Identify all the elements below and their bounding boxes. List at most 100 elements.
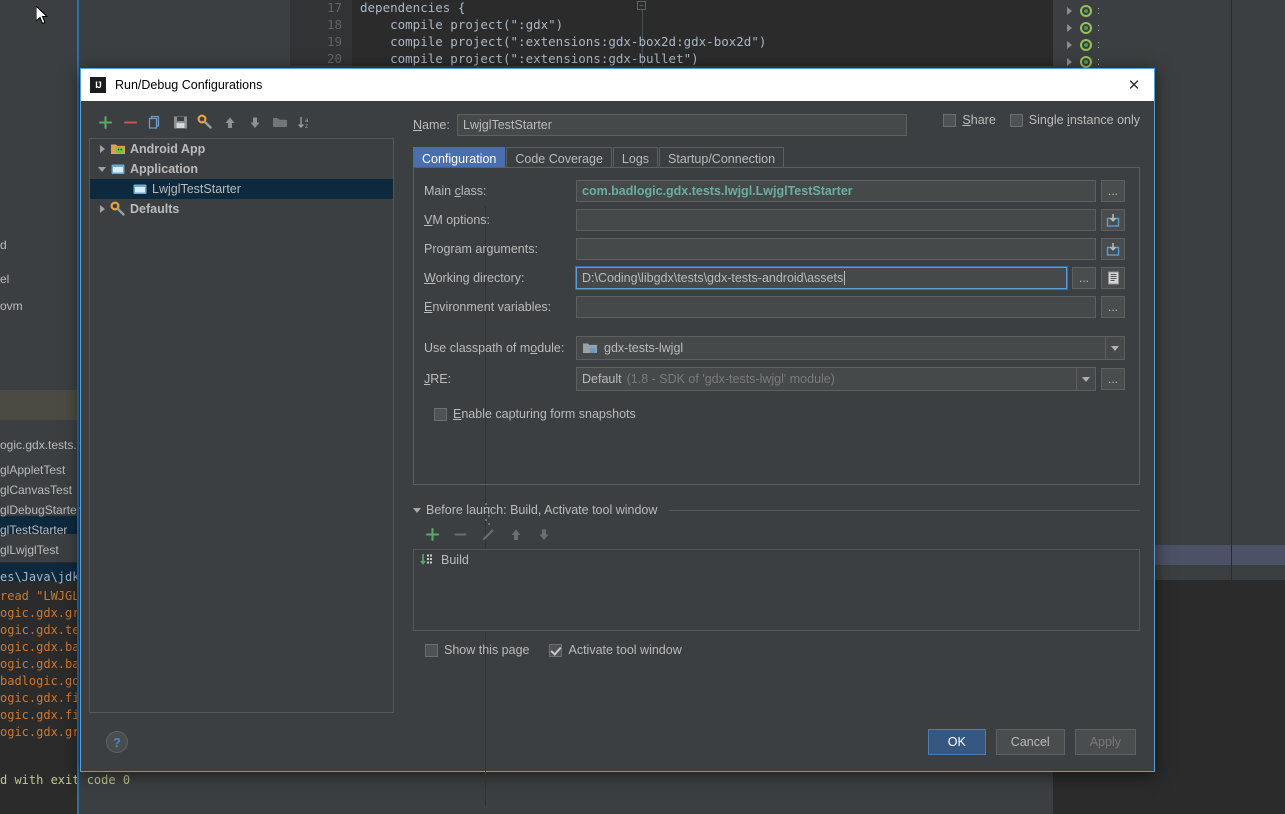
before-launch-section: Before launch: Build, Activate tool wind… [413, 503, 1140, 657]
dialog-action-buttons: OK Cancel Apply [927, 729, 1136, 755]
name-input[interactable] [457, 114, 907, 136]
checkbox-box[interactable] [425, 643, 438, 657]
remove-configuration-button[interactable] [119, 111, 141, 133]
sort-alpha-icon[interactable]: a z [294, 111, 316, 133]
tab-code-coverage[interactable]: Code Coverage [506, 147, 612, 168]
enable-form-snapshots-checkbox[interactable]: Enable capturing form snapshots [434, 407, 1125, 421]
line-number: 19 [326, 34, 342, 49]
remove-task-button [449, 523, 471, 545]
section-divider [669, 509, 1140, 511]
environment-variables-input[interactable] [576, 296, 1096, 318]
chevron-down-icon[interactable] [1105, 337, 1124, 359]
left-panel-highlight [0, 390, 78, 420]
before-launch-task-list[interactable]: Build [413, 549, 1140, 631]
expand-editor-icon[interactable] [1101, 209, 1125, 231]
checkbox-box[interactable] [434, 407, 447, 421]
tree-row-application[interactable]: Application [90, 159, 393, 179]
code-fold-marker[interactable]: − [637, 1, 646, 10]
activate-tool-window-label: Activate tool window [568, 643, 682, 657]
edit-defaults-wrench-icon[interactable] [194, 111, 216, 133]
move-down-button[interactable] [244, 111, 266, 133]
chevron-right-icon[interactable] [94, 145, 110, 153]
configuration-tabs: Configuration Code Coverage Logs Startup… [413, 147, 1140, 168]
left-panel-text: ovm [0, 299, 23, 313]
create-folder-button[interactable] [269, 111, 291, 133]
single-instance-checkbox[interactable]: Single instance only [1009, 113, 1140, 127]
working-directory-label: Working directory: [424, 271, 525, 285]
expand-editor-icon[interactable] [1101, 238, 1125, 260]
console-line: ogic.gdx.fi [0, 691, 80, 705]
console-line: badlogic.gd [0, 674, 80, 688]
program-arguments-input[interactable] [576, 238, 1096, 260]
working-directory-browse-button[interactable]: ... [1072, 267, 1096, 289]
jre-browse-button[interactable]: ... [1101, 368, 1125, 390]
right-tree-row[interactable]: : [1053, 19, 1285, 36]
right-tree-row[interactable]: : [1053, 36, 1285, 53]
main-class-row: Main class: com.badlogic.gdx.tests.lwjgl… [424, 180, 1125, 202]
left-panel-text: d [0, 238, 7, 252]
working-directory-input[interactable]: D:\Coding\libgdx\tests\gdx-tests-android… [575, 266, 1068, 290]
chevron-right-icon[interactable] [1067, 57, 1072, 66]
close-icon[interactable]: ✕ [1122, 73, 1146, 97]
add-configuration-button[interactable] [94, 111, 116, 133]
macros-icon[interactable] [1101, 267, 1125, 289]
before-launch-options: Show this page Activate tool window [425, 643, 1140, 657]
cancel-button[interactable]: Cancel [995, 729, 1065, 755]
configurations-tree[interactable]: Android App Application LwjglTestStarter De… [89, 138, 394, 713]
right-tree-row[interactable]: : [1053, 2, 1285, 19]
move-up-button[interactable] [219, 111, 241, 133]
tree-row-lwjglteststarter[interactable]: LwjglTestStarter [90, 179, 393, 199]
before-launch-header[interactable]: Before launch: Build, Activate tool wind… [413, 503, 1140, 517]
checkbox-box[interactable] [1009, 113, 1023, 127]
console-line: ogic.gdx.te [0, 623, 80, 637]
main-class-input[interactable]: com.badlogic.gdx.tests.lwjgl.LwjglTestSt… [576, 180, 1096, 202]
left-panel-text: glLwjglTest [0, 543, 59, 557]
left-panel-text: glCanvasTest [0, 483, 73, 497]
copy-configuration-button[interactable] [144, 111, 166, 133]
chevron-right-icon[interactable] [1067, 23, 1072, 32]
dialog-title-bar[interactable]: IJ Run/Debug Configurations ✕ [81, 69, 1154, 101]
share-checkbox[interactable]: Share [943, 113, 996, 127]
help-button[interactable]: ? [106, 731, 128, 753]
save-configuration-button[interactable] [169, 111, 191, 133]
working-directory-row: Working directory: D:\Coding\libgdx\test… [424, 266, 1125, 290]
vm-options-input[interactable] [576, 209, 1096, 231]
classpath-module-label: Use classpath of module: [424, 341, 565, 355]
apply-button[interactable]: Apply [1074, 729, 1136, 755]
list-item[interactable]: Build [414, 550, 1139, 570]
checkbox-box[interactable] [549, 643, 563, 657]
application-icon [110, 161, 126, 177]
tree-row-defaults[interactable]: Defaults [90, 199, 393, 219]
main-class-browse-button[interactable]: ... [1101, 180, 1125, 202]
jre-combobox[interactable]: Default (1.8 - SDK of 'gdx-tests-lwjgl' … [576, 367, 1096, 391]
tree-row-android-app[interactable]: Android App [90, 139, 393, 159]
add-task-button[interactable] [421, 523, 443, 545]
code-line: compile project(":gdx") [360, 17, 564, 32]
activate-tool-window-checkbox[interactable]: Activate tool window [549, 643, 682, 657]
console-line: read "LWJGL [0, 589, 80, 603]
run-test-icon [1080, 21, 1092, 34]
before-launch-toolbar [421, 523, 1140, 545]
environment-variables-browse-button[interactable]: ... [1101, 296, 1125, 318]
code-line: compile project(":extensions:gdx-bullet"… [360, 51, 699, 66]
tab-configuration[interactable]: Configuration [413, 147, 506, 168]
chevron-right-icon[interactable] [1067, 40, 1072, 49]
task-label: Build [441, 553, 469, 567]
tab-startup-connection[interactable]: Startup/Connection [659, 147, 785, 168]
ok-button[interactable]: OK [927, 729, 986, 755]
triangle-down-icon[interactable] [413, 507, 421, 513]
dialog-body: a z Android App Application LwjglTestStart… [81, 101, 1154, 806]
module-icon [583, 343, 597, 353]
build-icon [420, 554, 432, 565]
chevron-down-icon[interactable] [1076, 368, 1095, 390]
classpath-module-row: Use classpath of module: gdx-tests-lwjgl [424, 336, 1125, 360]
show-this-page-label: Show this page [444, 643, 530, 657]
classpath-module-combobox[interactable]: gdx-tests-lwjgl [576, 336, 1125, 360]
tab-logs[interactable]: Logs [612, 147, 659, 168]
chevron-down-icon[interactable] [94, 166, 110, 172]
chevron-right-icon[interactable] [1067, 6, 1072, 15]
checkbox-box[interactable] [943, 113, 957, 127]
working-directory-value: D:\Coding\libgdx\tests\gdx-tests-android… [582, 271, 844, 285]
chevron-right-icon[interactable] [94, 205, 110, 213]
show-this-page-checkbox[interactable]: Show this page [425, 643, 529, 657]
